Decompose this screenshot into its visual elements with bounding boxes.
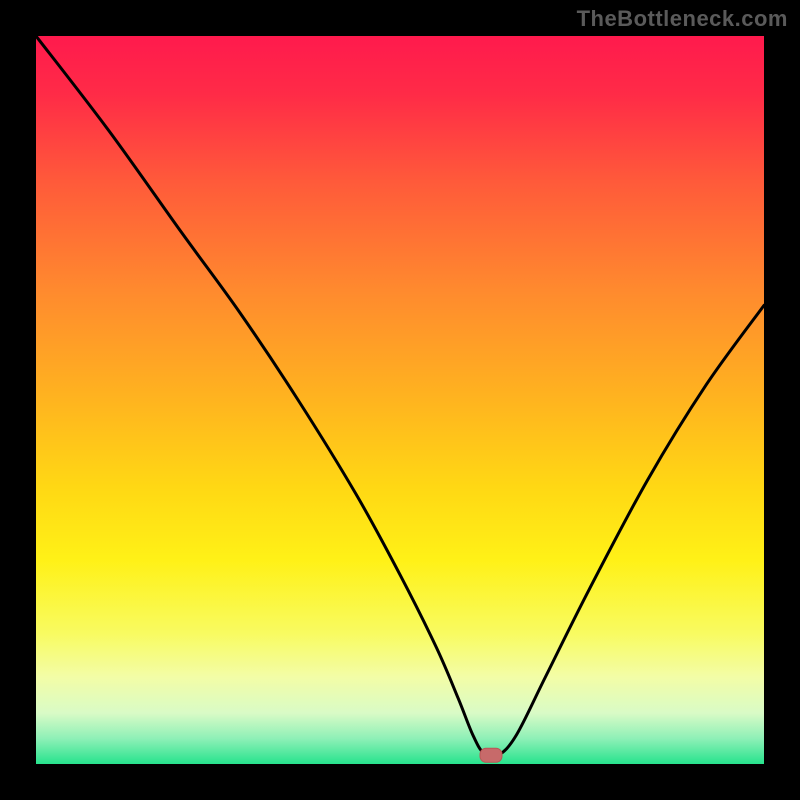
chart-svg: [36, 36, 764, 764]
minimum-marker: [480, 748, 502, 762]
watermark-text: TheBottleneck.com: [577, 6, 788, 32]
plot-area: [36, 36, 764, 764]
chart-frame: TheBottleneck.com: [0, 0, 800, 800]
gradient-background: [36, 36, 764, 764]
